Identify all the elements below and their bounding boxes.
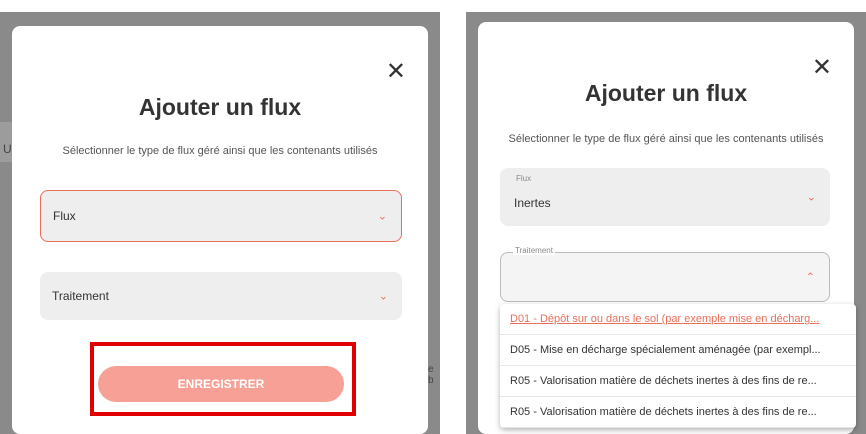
dropdown-option[interactable]: D01 - Dépôt sur ou dans le sol (par exem… bbox=[500, 304, 856, 335]
chevron-down-icon: ⌄ bbox=[377, 210, 387, 223]
chevron-down-icon: ⌄ bbox=[806, 191, 816, 204]
chevron-up-icon: ⌃ bbox=[805, 271, 815, 284]
dropdown-option[interactable]: D05 - Mise en décharge spécialement amén… bbox=[500, 335, 856, 366]
modal-title: Ajouter un flux bbox=[584, 80, 748, 106]
traitement-dropdown: D01 - Dépôt sur ou dans le sol (par exem… bbox=[500, 304, 856, 428]
close-icon[interactable]: ✕ bbox=[386, 60, 406, 84]
flux-select[interactable]: Flux ⌄ bbox=[40, 190, 402, 242]
add-flux-modal: ✕ Ajouter un flux Sélectionner le type d… bbox=[12, 26, 428, 434]
flux-select[interactable]: Flux Inertes ⌄ bbox=[500, 168, 830, 226]
left-screenshot: U e b ✕ Ajouter un flux Sélectionner le … bbox=[0, 12, 440, 434]
traitement-select[interactable]: Traitement ⌄ bbox=[40, 272, 402, 320]
modal-subtitle: Sélectionner le type de flux géré ainsi … bbox=[62, 145, 378, 157]
modal-subtitle: Sélectionner le type de flux géré ainsi … bbox=[508, 133, 824, 145]
flux-select-label: Flux bbox=[516, 174, 532, 183]
flux-select-value: Inertes bbox=[514, 195, 551, 210]
right-screenshot: ✕ Ajouter un flux Sélectionner le type d… bbox=[466, 12, 866, 434]
traitement-select[interactable]: Traitement ⌃ bbox=[500, 246, 830, 302]
close-icon[interactable]: ✕ bbox=[812, 56, 832, 80]
background-text: e b bbox=[428, 364, 434, 386]
background-text: U bbox=[3, 142, 12, 156]
modal-title: Ajouter un flux bbox=[138, 94, 302, 120]
dropdown-option[interactable]: R05 - Valorisation matière de déchets in… bbox=[500, 366, 856, 397]
highlight-box bbox=[90, 342, 356, 416]
flux-select-value: Flux bbox=[53, 209, 76, 223]
chevron-down-icon: ⌄ bbox=[378, 290, 388, 303]
traitement-select-label: Traitement bbox=[513, 246, 555, 255]
dropdown-option[interactable]: R05 - Valorisation matière de déchets in… bbox=[500, 397, 856, 428]
traitement-select-value: Traitement bbox=[52, 289, 109, 303]
